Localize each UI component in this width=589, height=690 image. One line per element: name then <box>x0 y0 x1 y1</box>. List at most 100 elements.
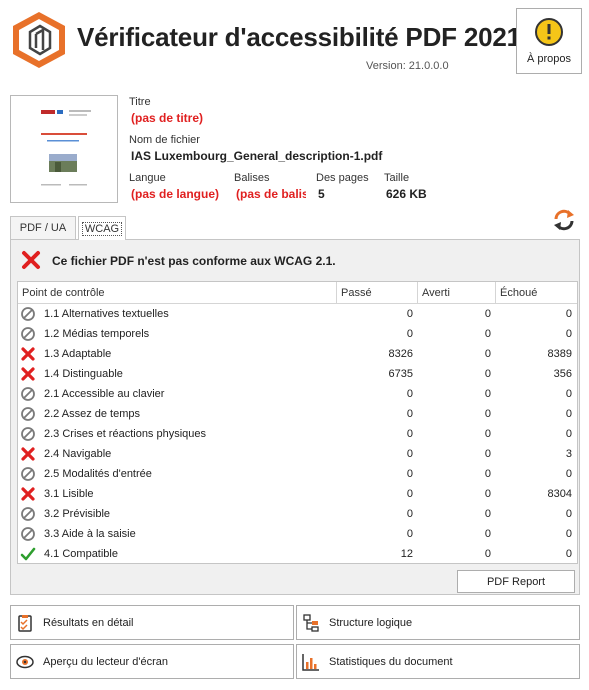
table-row[interactable]: 2.4 Navigable 0 0 3 <box>18 444 577 464</box>
table-row[interactable]: 4.1 Compatible 12 0 0 <box>18 544 577 564</box>
table-row[interactable]: 1.1 Alternatives textuelles 0 0 0 <box>18 304 577 324</box>
failed-cell: 0 <box>565 328 572 340</box>
table-row[interactable]: 1.3 Adaptable 8326 0 8389 <box>18 344 577 364</box>
not-applicable-icon <box>21 467 35 481</box>
fail-icon <box>22 251 40 269</box>
pass-icon <box>20 547 36 561</box>
column-header-checkpoint[interactable]: Point de contrôle <box>18 282 337 303</box>
failed-cell: 3 <box>565 448 572 460</box>
not-applicable-icon <box>21 427 35 441</box>
passed-cell: 0 <box>406 308 413 320</box>
tab-wcag[interactable]: WCAG <box>78 216 126 240</box>
wcag-panel: Ce fichier PDF n'est pas conforme aux WC… <box>10 239 580 595</box>
detailed-results-button[interactable]: Résultats en détail <box>10 605 294 640</box>
warned-cell: 0 <box>484 448 491 460</box>
failed-cell: 8389 <box>547 348 572 360</box>
checkpoint-cell: 2.3 Crises et réactions physiques <box>18 426 337 442</box>
not-applicable-icon <box>21 307 35 321</box>
document-statistics-button[interactable]: Statistiques du document <box>296 644 580 679</box>
tab-wcag-label: WCAG <box>81 221 123 236</box>
warned-cell: 0 <box>484 328 491 340</box>
passed-cell: 0 <box>406 468 413 480</box>
about-label: À propos <box>526 53 572 65</box>
warned-cell: 0 <box>484 508 491 520</box>
failed-cell: 0 <box>565 528 572 540</box>
failed-cell: 356 <box>553 368 572 380</box>
table-row[interactable]: 2.3 Crises et réactions physiques 0 0 0 <box>18 424 577 444</box>
failed-cell: 0 <box>565 428 572 440</box>
pdf-report-button[interactable]: PDF Report <box>457 570 575 593</box>
checkpoint-name: 4.1 Compatible <box>44 548 118 560</box>
app-logo <box>13 12 65 68</box>
app-title: Vérificateur d'accessibilité PDF 2021 <box>77 22 521 52</box>
checkpoint-name: 2.4 Navigable <box>44 448 112 460</box>
info-exclamation-icon <box>535 18 563 46</box>
warned-cell: 0 <box>484 388 491 400</box>
refresh-icon[interactable] <box>552 208 576 232</box>
warned-cell: 0 <box>484 468 491 480</box>
screen-reader-preview-label: Aperçu du lecteur d'écran <box>43 655 169 668</box>
detailed-results-label: Résultats en détail <box>43 616 134 629</box>
checkpoint-name: 1.2 Médias temporels <box>44 328 150 340</box>
checkpoint-cell: 3.2 Prévisible <box>18 506 337 522</box>
tab-pdf-ua-label: PDF / UA <box>19 222 67 234</box>
logical-structure-button[interactable]: Structure logique <box>296 605 580 640</box>
checkpoint-name: 3.3 Aide à la saisie <box>44 528 136 540</box>
not-applicable-icon <box>21 407 35 421</box>
passed-cell: 0 <box>406 448 413 460</box>
fail-icon <box>21 447 35 461</box>
checkpoint-cell: 2.1 Accessible au clavier <box>18 386 337 402</box>
table-header: Point de contrôle Passé Averti Échoué <box>18 282 577 304</box>
table-row[interactable]: 2.1 Accessible au clavier 0 0 0 <box>18 384 577 404</box>
failed-cell: 0 <box>565 508 572 520</box>
tree-structure-icon <box>303 613 319 632</box>
table-row[interactable]: 2.2 Assez de temps 0 0 0 <box>18 404 577 424</box>
passed-cell: 6735 <box>388 368 413 380</box>
warned-cell: 0 <box>484 428 491 440</box>
fail-icon <box>21 487 35 501</box>
checkpoint-cell: 1.3 Adaptable <box>18 346 337 362</box>
checkpoint-cell: 1.2 Médias temporels <box>18 326 337 342</box>
warned-cell: 0 <box>484 548 491 560</box>
results-table: Point de contrôle Passé Averti Échoué 1.… <box>17 281 578 564</box>
table-row[interactable]: 1.4 Distinguable 6735 0 356 <box>18 364 577 384</box>
tab-pdf-ua[interactable]: PDF / UA <box>10 216 76 239</box>
checkpoint-cell: 4.1 Compatible <box>18 546 337 562</box>
checkpoint-name: 3.2 Prévisible <box>44 508 111 520</box>
warned-cell: 0 <box>484 348 491 360</box>
column-header-failed[interactable]: Échoué <box>496 282 577 303</box>
warned-cell: 0 <box>484 408 491 420</box>
tags-label: Balises <box>234 172 270 184</box>
failed-cell: 0 <box>565 308 572 320</box>
screen-reader-preview-button[interactable]: Aperçu du lecteur d'écran <box>10 644 294 679</box>
checkpoint-name: 3.1 Lisible <box>44 488 94 500</box>
table-row[interactable]: 3.1 Lisible 0 0 8304 <box>18 484 577 504</box>
fail-icon <box>21 347 35 361</box>
column-header-passed[interactable]: Passé <box>337 282 418 303</box>
passed-cell: 0 <box>406 528 413 540</box>
thumbnail-preview <box>41 110 91 186</box>
column-header-warned[interactable]: Averti <box>418 282 496 303</box>
table-body: 1.1 Alternatives textuelles 0 0 0 1.2 Médias… <box>18 304 577 564</box>
warned-cell: 0 <box>484 528 491 540</box>
checkpoint-name: 2.1 Accessible au clavier <box>44 388 165 400</box>
title-value: (pas de titre) <box>131 111 204 125</box>
table-row[interactable]: 3.3 Aide à la saisie 0 0 0 <box>18 524 577 544</box>
bar-chart-icon <box>302 653 319 671</box>
checkpoint-cell: 1.1 Alternatives textuelles <box>18 306 337 322</box>
checkpoint-cell: 3.3 Aide à la saisie <box>18 526 337 542</box>
eye-icon <box>16 655 34 668</box>
checkpoint-name: 2.2 Assez de temps <box>44 408 140 420</box>
failed-cell: 0 <box>565 388 572 400</box>
language-label: Langue <box>129 172 166 184</box>
passed-cell: 0 <box>406 388 413 400</box>
checkpoint-cell: 2.5 Modalités d'entrée <box>18 466 337 482</box>
table-row[interactable]: 3.2 Prévisible 0 0 0 <box>18 504 577 524</box>
pages-value: 5 <box>318 187 325 201</box>
language-value: (pas de langue) <box>131 187 220 201</box>
failed-cell: 0 <box>565 548 572 560</box>
table-row[interactable]: 2.5 Modalités d'entrée 0 0 0 <box>18 464 577 484</box>
failed-cell: 8304 <box>547 488 572 500</box>
table-row[interactable]: 1.2 Médias temporels 0 0 0 <box>18 324 577 344</box>
about-button[interactable]: À propos <box>516 8 582 74</box>
